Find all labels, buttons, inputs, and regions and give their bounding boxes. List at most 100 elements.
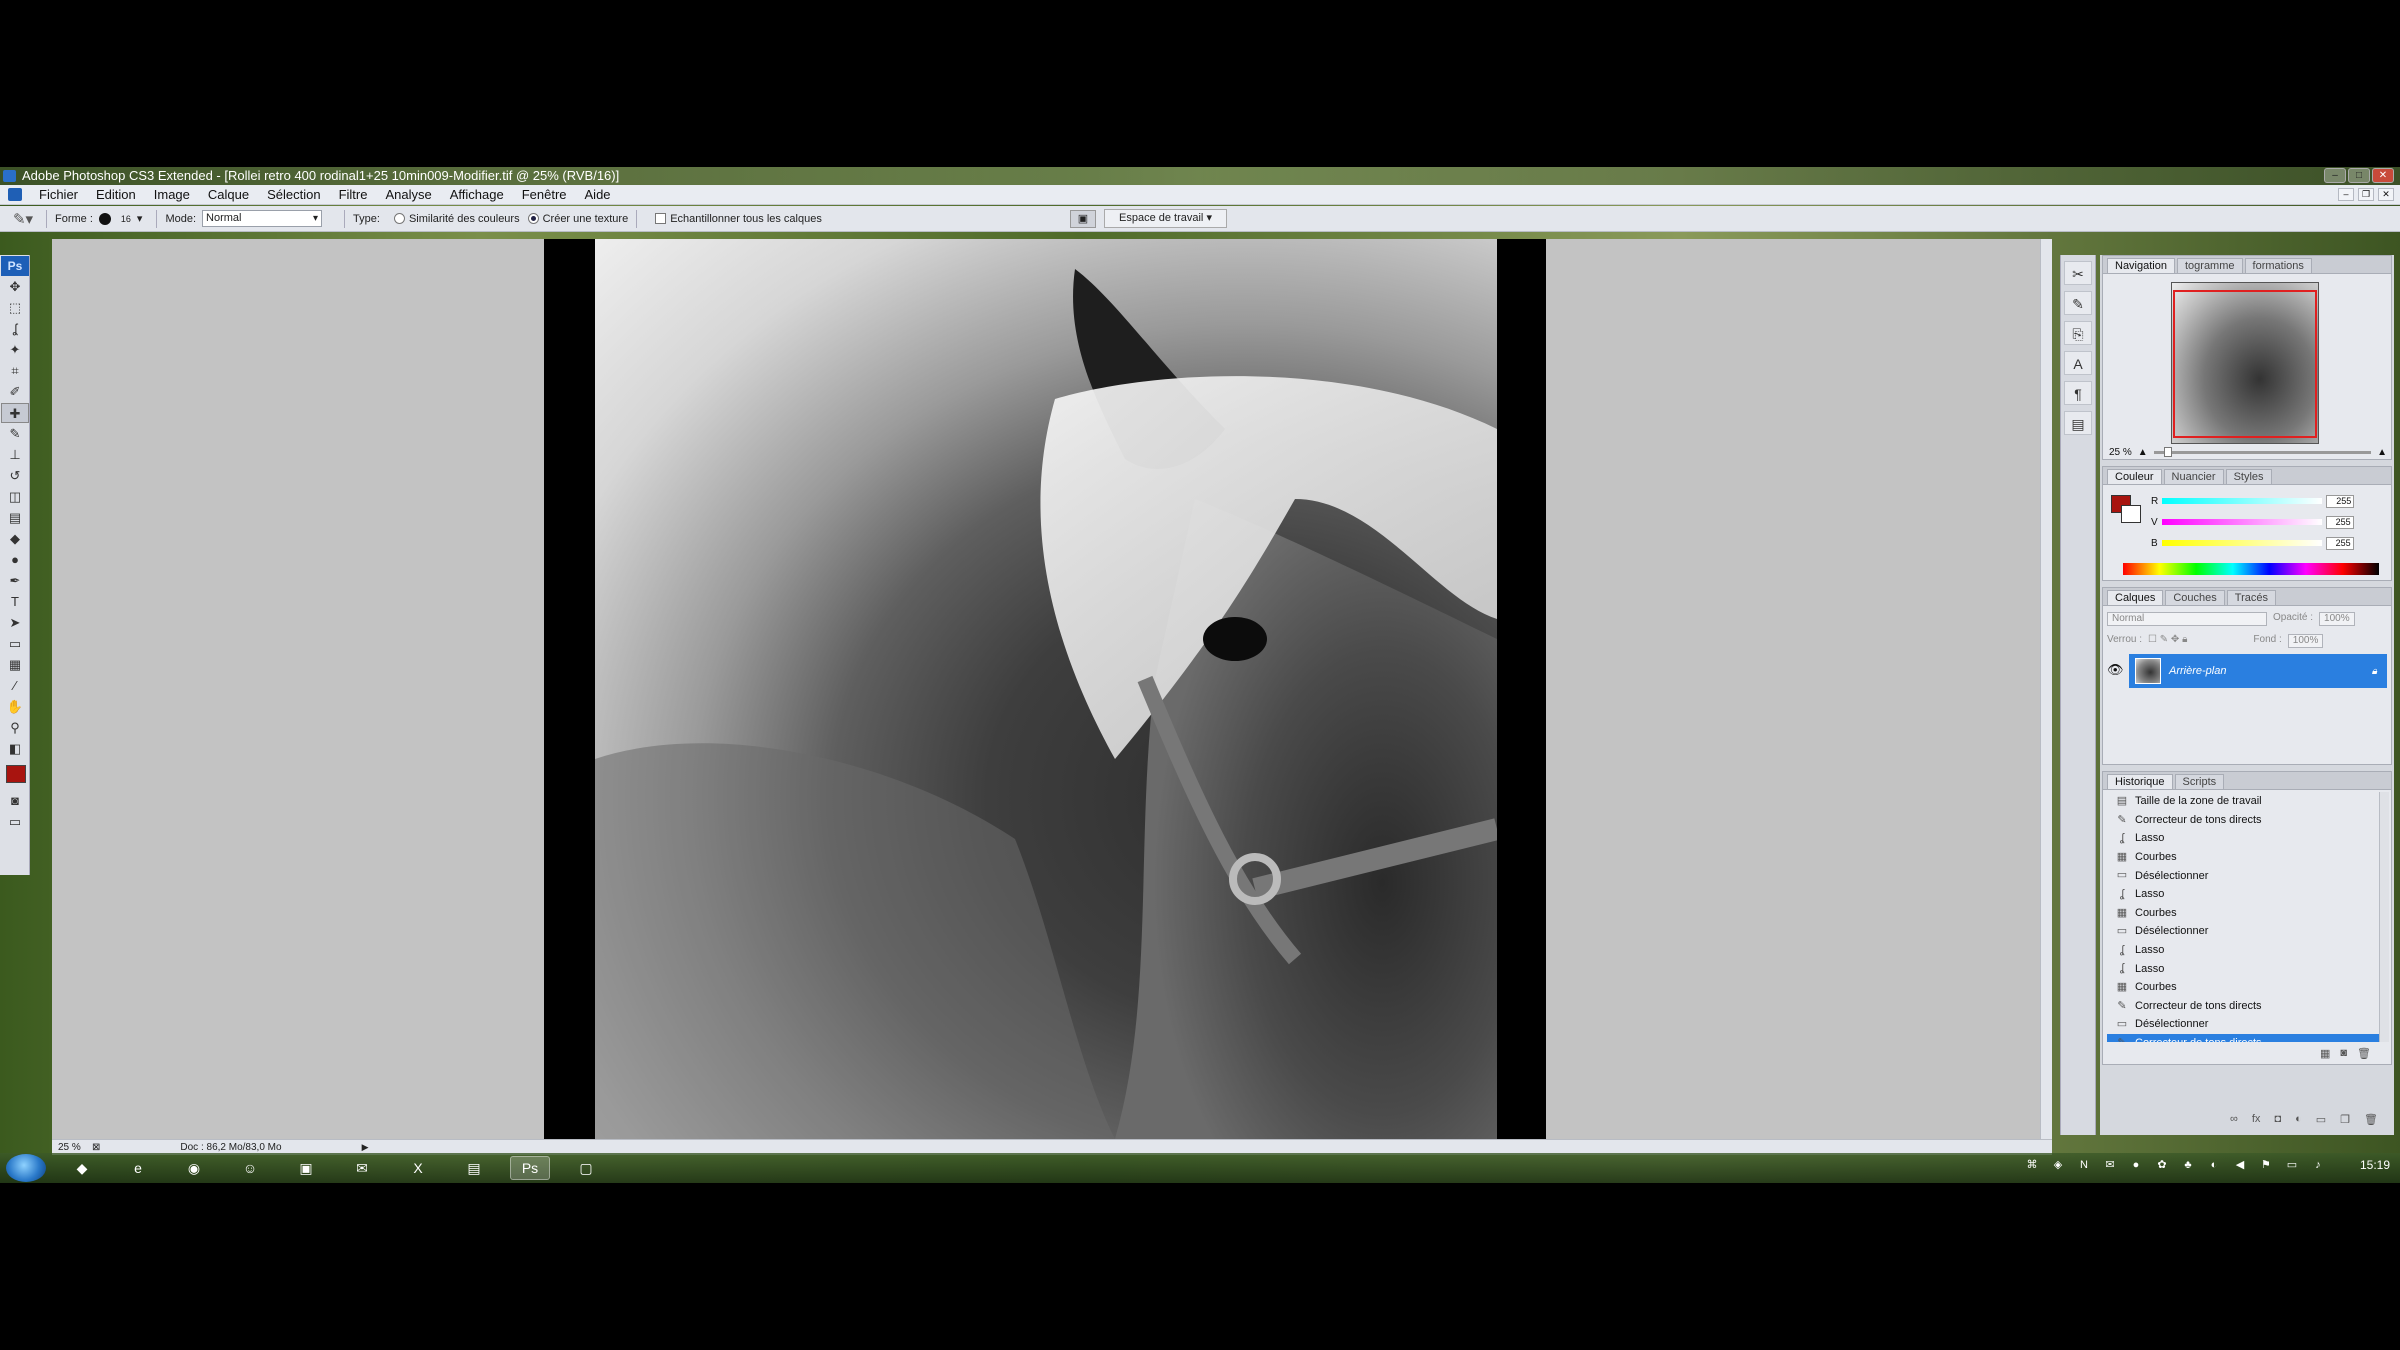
brushes-icon[interactable]: ✎ [2064,291,2092,315]
notes-tool-icon[interactable]: ▦ [1,655,29,675]
zoom-out-icon[interactable]: ▲ [2138,447,2148,458]
taskbar-chat-icon[interactable]: ✉ [342,1156,382,1180]
adjustment-layer-icon[interactable]: ◐ [2295,1113,2302,1131]
layer-style-icon[interactable]: fx [2252,1113,2261,1131]
menu-analyse[interactable]: Analyse [376,187,440,202]
new-snapshot-icon[interactable]: ◙ [2340,1047,2347,1060]
menu-filtre[interactable]: Filtre [330,187,377,202]
character-icon[interactable]: A [2064,351,2092,375]
delete-layer-icon[interactable]: 🗑︎ [2364,1113,2378,1131]
navigator-zoom-value[interactable]: 25 % [2109,447,2132,458]
taskbar-excel-icon[interactable]: X [398,1156,438,1180]
new-document-from-state-icon[interactable]: ▦ [2320,1047,2330,1060]
tab-couches[interactable]: Couches [2165,590,2225,605]
taskbar-clock[interactable]: 15:19 [2360,1158,2390,1172]
marquee-tool-icon[interactable]: ⬚ [1,298,29,318]
tab-informations[interactable]: formations [2244,258,2312,273]
taskbar-firefox-icon[interactable]: ◉ [174,1156,214,1180]
tab-couleur[interactable]: Couleur [2107,469,2162,484]
tab-historique[interactable]: Historique [2107,774,2173,789]
zoom-slider-knob[interactable] [2163,446,2172,457]
gradient-tool-icon[interactable]: ▤ [1,508,29,528]
history-item[interactable]: ▭ Désélectionner [2107,866,2379,885]
close-button[interactable]: ✕ [2372,168,2394,183]
tray-arrow-icon[interactable]: ◀ [2232,1157,2248,1173]
paragraph-icon[interactable]: ¶ [2064,381,2092,405]
tray-app3-icon[interactable]: ● [2128,1157,2144,1173]
history-item[interactable]: ▦ Courbes [2107,978,2379,997]
color-spectrum[interactable] [2123,563,2379,575]
spot-healing-brush-icon[interactable]: ✎▾ [8,209,38,229]
magic-wand-icon[interactable]: ✦ [1,340,29,360]
taskbar-ie-icon[interactable]: e [118,1156,158,1180]
zoom-in-icon[interactable]: ▲ [2377,447,2387,458]
tab-navigation[interactable]: Navigation [2107,258,2175,273]
layer-comps-icon[interactable]: ▤ [2064,411,2092,435]
brush-preset-picker[interactable] [98,212,111,225]
menu-selection[interactable]: Sélection [258,187,329,202]
zoom-tool-icon[interactable]: ⚲ [1,718,29,738]
canvas-area[interactable] [52,239,2050,1139]
channel-b-slider[interactable] [2161,540,2322,546]
mode-select[interactable]: Normal [202,210,323,227]
tray-flag-icon[interactable]: ⚑ [2258,1157,2274,1173]
menu-fichier[interactable]: Fichier [30,187,87,202]
menu-affichage[interactable]: Affichage [441,187,513,202]
status-menu-arrow-icon[interactable]: ▶ [362,1142,369,1153]
history-item[interactable]: ʆ Lasso [2107,941,2379,960]
history-item[interactable]: ✎ Correcteur de tons directs [2107,811,2379,830]
history-item[interactable]: ʆ Lasso [2107,885,2379,904]
history-brush-icon[interactable]: ↺ [1,466,29,486]
new-group-icon[interactable]: ▭ [2316,1113,2326,1131]
menu-calque[interactable]: Calque [199,187,258,202]
doc-minimize-button[interactable]: – [2338,188,2354,201]
visibility-eye-icon[interactable]: 👁︎ [2107,662,2124,678]
tray-app5-icon[interactable]: ♣ [2180,1157,2196,1173]
bridge-icon[interactable]: ▣ [1070,209,1096,228]
document-icon[interactable] [8,188,22,201]
quick-mask-icon[interactable]: ◙ [1,791,29,811]
taskbar-app-icon[interactable]: ▤ [454,1156,494,1180]
blend-mode-select[interactable]: Normal [2107,612,2267,626]
layer-name[interactable]: Arrière-plan [2169,665,2226,677]
doc-restore-button[interactable]: ❐ [2358,188,2374,201]
new-layer-icon[interactable]: ❐ [2340,1113,2350,1131]
clone-stamp-icon[interactable]: ⊥ [1,445,29,465]
history-item[interactable]: ▭ Désélectionner [2107,922,2379,941]
doc-close-button[interactable]: ✕ [2378,188,2394,201]
channel-r-slider[interactable] [2162,498,2323,504]
channel-v-value[interactable]: 255 [2325,515,2354,529]
layer-row-background[interactable]: Arrière-plan 🔒︎ [2129,654,2387,688]
navigator-zoom-slider[interactable] [2153,446,2372,457]
zoom-level[interactable]: 25 % [52,1142,92,1153]
menu-aide[interactable]: Aide [576,187,620,202]
history-item[interactable]: ✎ Correcteur de tons directs [2107,1033,2379,1042]
tab-traces[interactable]: Tracés [2226,590,2276,605]
delete-state-icon[interactable]: 🗑︎ [2357,1047,2371,1060]
history-item[interactable]: ʆ Lasso [2107,829,2379,848]
hand-tool-icon[interactable]: ✋ [1,697,29,717]
menu-edition[interactable]: Edition [87,187,145,202]
crop-tool-icon[interactable]: ⌗ [1,361,29,381]
history-item[interactable]: ✎ Correcteur de tons directs [2107,997,2379,1016]
background-swatch[interactable] [2121,505,2141,523]
history-item[interactable]: ▭ Désélectionner [2107,1015,2379,1034]
brush-dropdown-icon[interactable]: ▾ [137,212,143,225]
tab-scripts[interactable]: Scripts [2174,774,2225,789]
maximize-button[interactable]: □ [2348,168,2370,183]
start-button[interactable] [6,1154,46,1182]
clone-source-icon[interactable]: ⎘ [2064,321,2092,345]
radio-similarite[interactable] [393,213,405,224]
default-colors-icon[interactable]: ◧ [1,739,29,759]
eraser-icon[interactable]: ◫ [1,487,29,507]
history-item[interactable]: ▤ Taille de la zone de travail [2107,792,2379,811]
lasso-tool-icon[interactable]: ʆ [1,319,29,339]
tab-nuancier[interactable]: Nuancier [2163,469,2224,484]
tab-styles[interactable]: Styles [2225,469,2272,484]
screen-mode-icon[interactable]: ▭ [1,812,29,832]
menu-fenetre[interactable]: Fenêtre [513,187,576,202]
tray-app1-icon[interactable]: ◈ [2050,1157,2066,1173]
history-item[interactable]: ʆ Lasso [2107,959,2379,978]
sample-all-layers-checkbox[interactable] [655,213,667,224]
taskbar-acrobat-icon[interactable]: ◆ [62,1156,102,1180]
